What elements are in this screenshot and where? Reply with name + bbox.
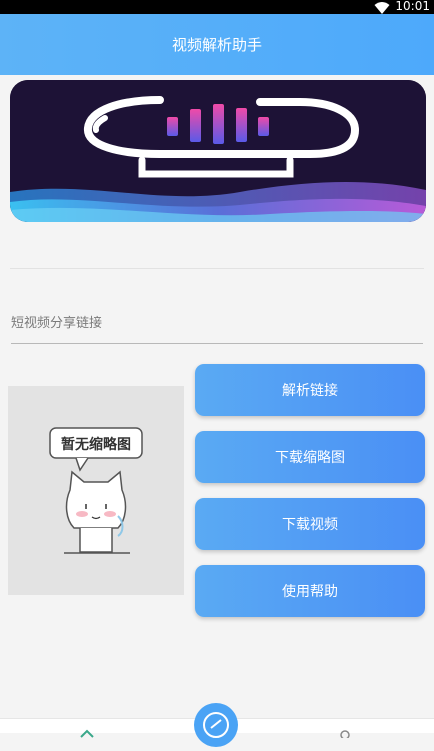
home-icon[interactable] [80,723,94,742]
divider [10,268,424,269]
user-icon[interactable] [338,723,352,742]
download-video-button[interactable]: 下载视频 [195,498,425,550]
status-bar: 10:01 [0,0,434,14]
page-title: 视频解析助手 [171,36,262,54]
app-bar: 视频解析助手 [0,14,434,75]
status-time: 10:01 [395,0,430,13]
share-link-field[interactable] [11,305,423,344]
no-thumbnail-text: 暂无缩略图 [61,436,131,453]
cat-illustration [64,470,130,554]
parse-icon[interactable] [194,703,238,747]
parse-link-button[interactable]: 解析链接 [195,364,425,416]
thumbnail-placeholder: 暂无缩略图 [8,386,184,595]
banner-image [10,80,426,222]
download-thumbnail-button[interactable]: 下载缩略图 [195,431,425,483]
help-button[interactable]: 使用帮助 [195,565,425,617]
share-link-input[interactable] [11,305,423,341]
